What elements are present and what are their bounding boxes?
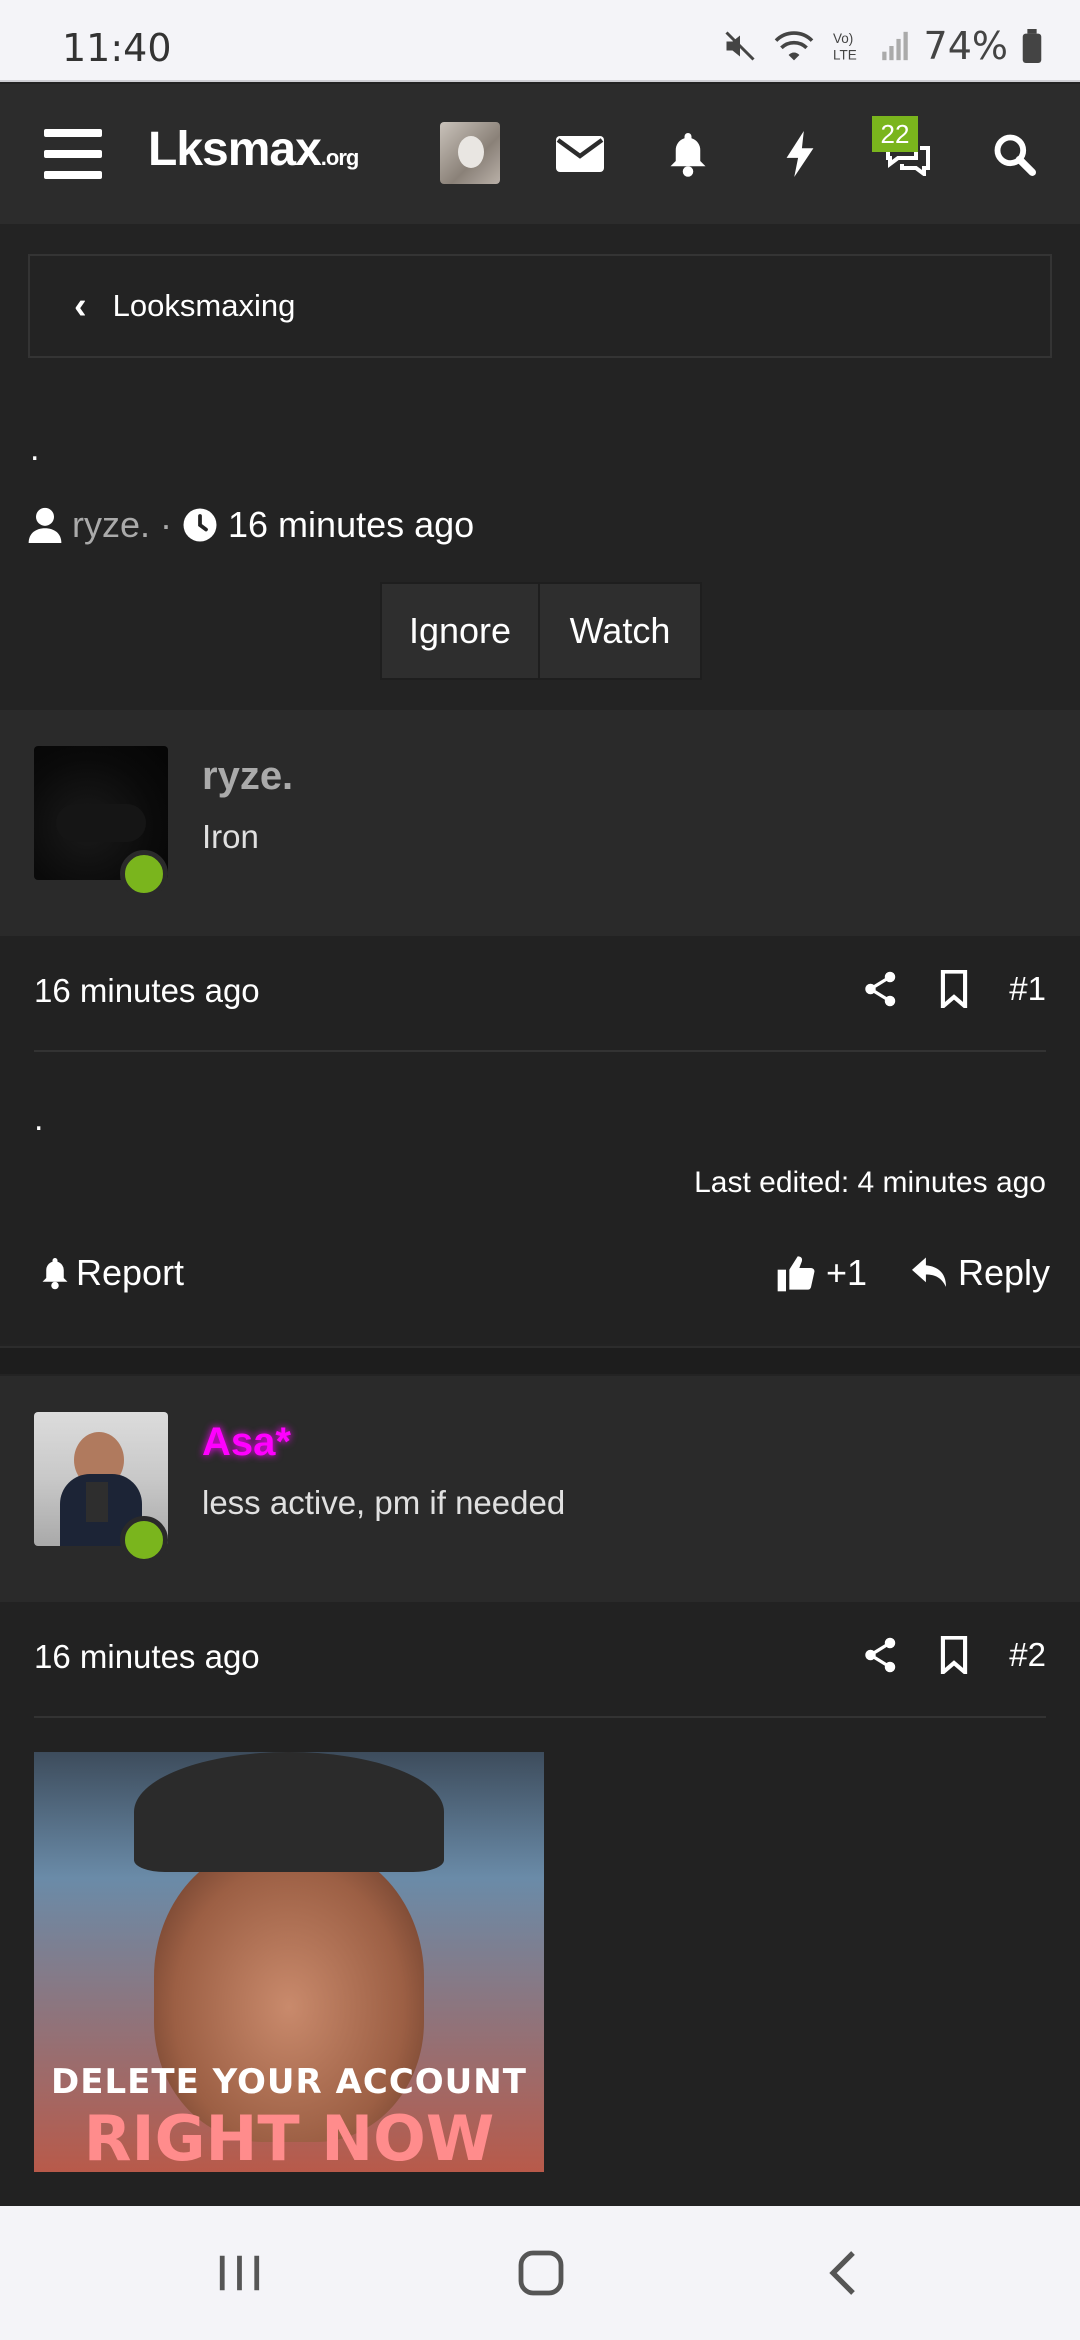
reply-button[interactable]: Reply <box>910 1252 1050 1294</box>
back-icon[interactable] <box>808 2242 878 2304</box>
logo-suffix: .org <box>320 145 360 170</box>
user-title: Iron <box>202 818 259 855</box>
post-content: . <box>34 1100 44 1138</box>
report-label: Report <box>76 1252 185 1293</box>
bell-icon <box>42 1258 68 1290</box>
online-indicator <box>120 850 168 898</box>
last-edited: Last edited: 4 minutes ago <box>694 1166 1046 1199</box>
online-indicator <box>120 1516 168 1564</box>
menu-icon[interactable] <box>44 129 102 179</box>
thread-actions: Ignore Watch <box>380 582 702 680</box>
chevron-left-icon: ‹ <box>74 284 87 327</box>
bell-icon[interactable] <box>660 126 716 182</box>
chat-count-badge: 22 <box>872 116 918 152</box>
share-icon[interactable] <box>863 1636 899 1674</box>
reply-icon <box>912 1257 946 1287</box>
wifi-icon <box>774 31 813 61</box>
thread-author[interactable]: ryze. <box>72 504 150 546</box>
logo-text: Lksmax <box>148 123 322 176</box>
site-logo[interactable]: Lksmax.org <box>148 122 360 177</box>
share-icon[interactable] <box>863 970 899 1008</box>
post-user-block: ryze. Iron <box>0 710 1080 960</box>
post-divider <box>34 1050 1046 1052</box>
post-body: 16 minutes ago #1 . Last edited: 4 minut… <box>0 936 1080 1344</box>
thread-time[interactable]: 16 minutes ago <box>228 504 474 546</box>
watch-button[interactable]: Watch <box>540 582 702 680</box>
user-title: less active, pm if needed <box>202 1484 566 1521</box>
site-header: Lksmax.org <box>0 84 1080 224</box>
breadcrumb-label: Looksmaxing <box>112 288 296 323</box>
battery-percent: 74% <box>923 24 1008 68</box>
like-button[interactable]: +1 <box>776 1252 867 1294</box>
post-gif-image[interactable]: DELETE YOUR ACCOUNT RIGHT NOW <box>34 1752 544 2172</box>
battery-icon <box>1022 29 1042 63</box>
bookmark-icon[interactable] <box>939 970 969 1008</box>
post-username[interactable]: Asa* <box>202 1420 291 1465</box>
gif-cap <box>134 1752 444 1872</box>
bookmark-icon[interactable] <box>939 1636 969 1674</box>
svg-text:LTE: LTE <box>833 48 857 63</box>
post-actions: #2 <box>863 1636 1046 1674</box>
lte-icon: Vo) LTE <box>833 31 857 63</box>
account-avatar[interactable] <box>440 122 500 184</box>
report-button[interactable]: Report <box>40 1252 184 1294</box>
post-time[interactable]: 16 minutes ago <box>34 972 260 1010</box>
mute-icon <box>724 31 755 61</box>
user-icon <box>28 507 62 543</box>
svg-text:Vo): Vo) <box>833 31 853 46</box>
post-separator <box>0 1346 1080 1374</box>
reaction-count: +1 <box>826 1252 868 1293</box>
post-number[interactable]: #1 <box>1009 970 1046 1008</box>
ignore-button[interactable]: Ignore <box>380 582 540 680</box>
gif-caption-bottom: RIGHT NOW <box>83 2102 495 2172</box>
home-icon[interactable] <box>506 2242 576 2304</box>
thread-title: . <box>30 430 40 468</box>
reply-label: Reply <box>958 1252 1051 1293</box>
thread-meta: ryze. · 16 minutes ago <box>28 504 474 546</box>
recents-icon[interactable] <box>204 2242 274 2304</box>
search-icon[interactable] <box>986 126 1042 182</box>
post-user-block: Asa* less active, pm if needed <box>0 1376 1080 1626</box>
meta-separator: · <box>160 504 173 545</box>
thumbs-up-icon <box>777 1256 815 1292</box>
status-time: 11:40 <box>62 26 172 70</box>
status-bar: 11:40 Vo) LTE 74% <box>0 0 1080 82</box>
signal-icon <box>881 31 908 61</box>
system-nav-bar <box>0 2206 1080 2340</box>
envelope-icon[interactable] <box>552 126 608 182</box>
post-number[interactable]: #2 <box>1009 1636 1046 1674</box>
post-actions: #1 <box>863 970 1046 1008</box>
breadcrumb[interactable]: ‹ Looksmaxing <box>28 254 1052 358</box>
bolt-icon[interactable] <box>772 126 828 182</box>
post-username[interactable]: ryze. <box>202 754 293 799</box>
status-icons: Vo) LTE 74% <box>722 24 1042 68</box>
post-divider <box>34 1716 1046 1718</box>
gif-caption-top: DELETE YOUR ACCOUNT <box>51 2062 527 2102</box>
post-time[interactable]: 16 minutes ago <box>34 1638 260 1676</box>
clock-icon <box>183 508 217 542</box>
